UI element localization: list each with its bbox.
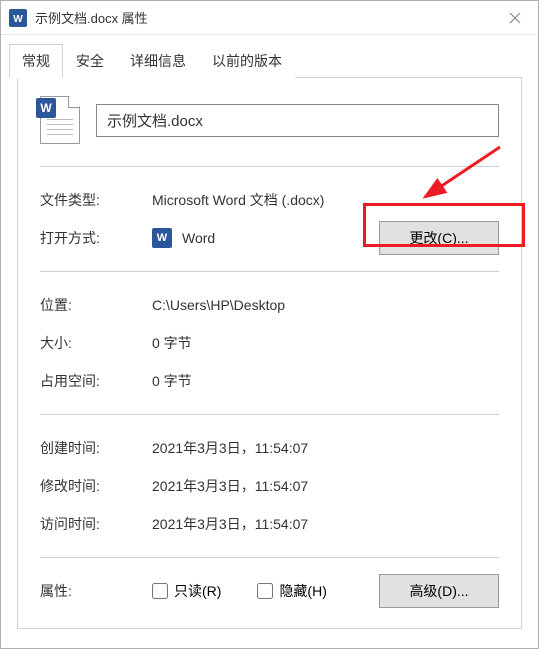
svg-text:W: W (13, 14, 23, 24)
change-button[interactable]: 更改(C)... (379, 221, 499, 255)
label-attributes: 属性: (40, 581, 152, 601)
divider (40, 414, 499, 415)
titlebar: W 示例文档.docx 属性 (1, 1, 538, 35)
file-type-icon: W (40, 96, 80, 144)
label-filetype: 文件类型: (40, 190, 152, 210)
tab-general[interactable]: 常规 (9, 44, 63, 78)
tab-previous-versions[interactable]: 以前的版本 (199, 44, 295, 78)
filename-input[interactable] (96, 104, 499, 137)
hidden-checkbox-wrap[interactable]: 隐藏(H) (257, 581, 326, 601)
value-size: 0 字节 (152, 333, 499, 353)
value-created: 2021年3月3日，11:54:07 (152, 438, 499, 458)
window-title: 示例文档.docx 属性 (35, 8, 492, 27)
value-sizeondisk: 0 字节 (152, 371, 499, 391)
general-panel: W 文件类型: Microsoft Word 文档 (.docx) 打开方式: … (17, 77, 522, 629)
label-created: 创建时间: (40, 438, 152, 458)
word-app-icon: W (152, 228, 172, 248)
readonly-checkbox-wrap[interactable]: 只读(R) (152, 581, 221, 601)
tab-security[interactable]: 安全 (63, 44, 117, 78)
tabs-container: 常规 安全 详细信息 以前的版本 W 文件类型: Microsoft Word … (1, 35, 538, 637)
value-modified: 2021年3月3日，11:54:07 (152, 476, 499, 496)
divider (40, 271, 499, 272)
properties-dialog: W 示例文档.docx 属性 常规 安全 详细信息 以前的版本 W (0, 0, 539, 649)
value-filetype: Microsoft Word 文档 (.docx) (152, 190, 499, 210)
label-modified: 修改时间: (40, 476, 152, 496)
hidden-checkbox[interactable] (257, 583, 273, 599)
word-icon: W (9, 9, 27, 27)
label-openwith: 打开方式: (40, 228, 152, 248)
value-location: C:\Users\HP\Desktop (152, 297, 499, 313)
advanced-button[interactable]: 高级(D)... (379, 574, 499, 608)
tab-details[interactable]: 详细信息 (117, 44, 199, 78)
close-button[interactable] (492, 1, 538, 35)
label-location: 位置: (40, 295, 152, 315)
readonly-label: 只读(R) (174, 581, 221, 601)
label-size: 大小: (40, 333, 152, 353)
label-accessed: 访问时间: (40, 514, 152, 534)
value-openwith: Word (182, 230, 215, 246)
label-sizeondisk: 占用空间: (40, 371, 152, 391)
value-accessed: 2021年3月3日，11:54:07 (152, 514, 499, 534)
divider (40, 557, 499, 558)
readonly-checkbox[interactable] (152, 583, 168, 599)
hidden-label: 隐藏(H) (279, 581, 326, 601)
divider (40, 166, 499, 167)
